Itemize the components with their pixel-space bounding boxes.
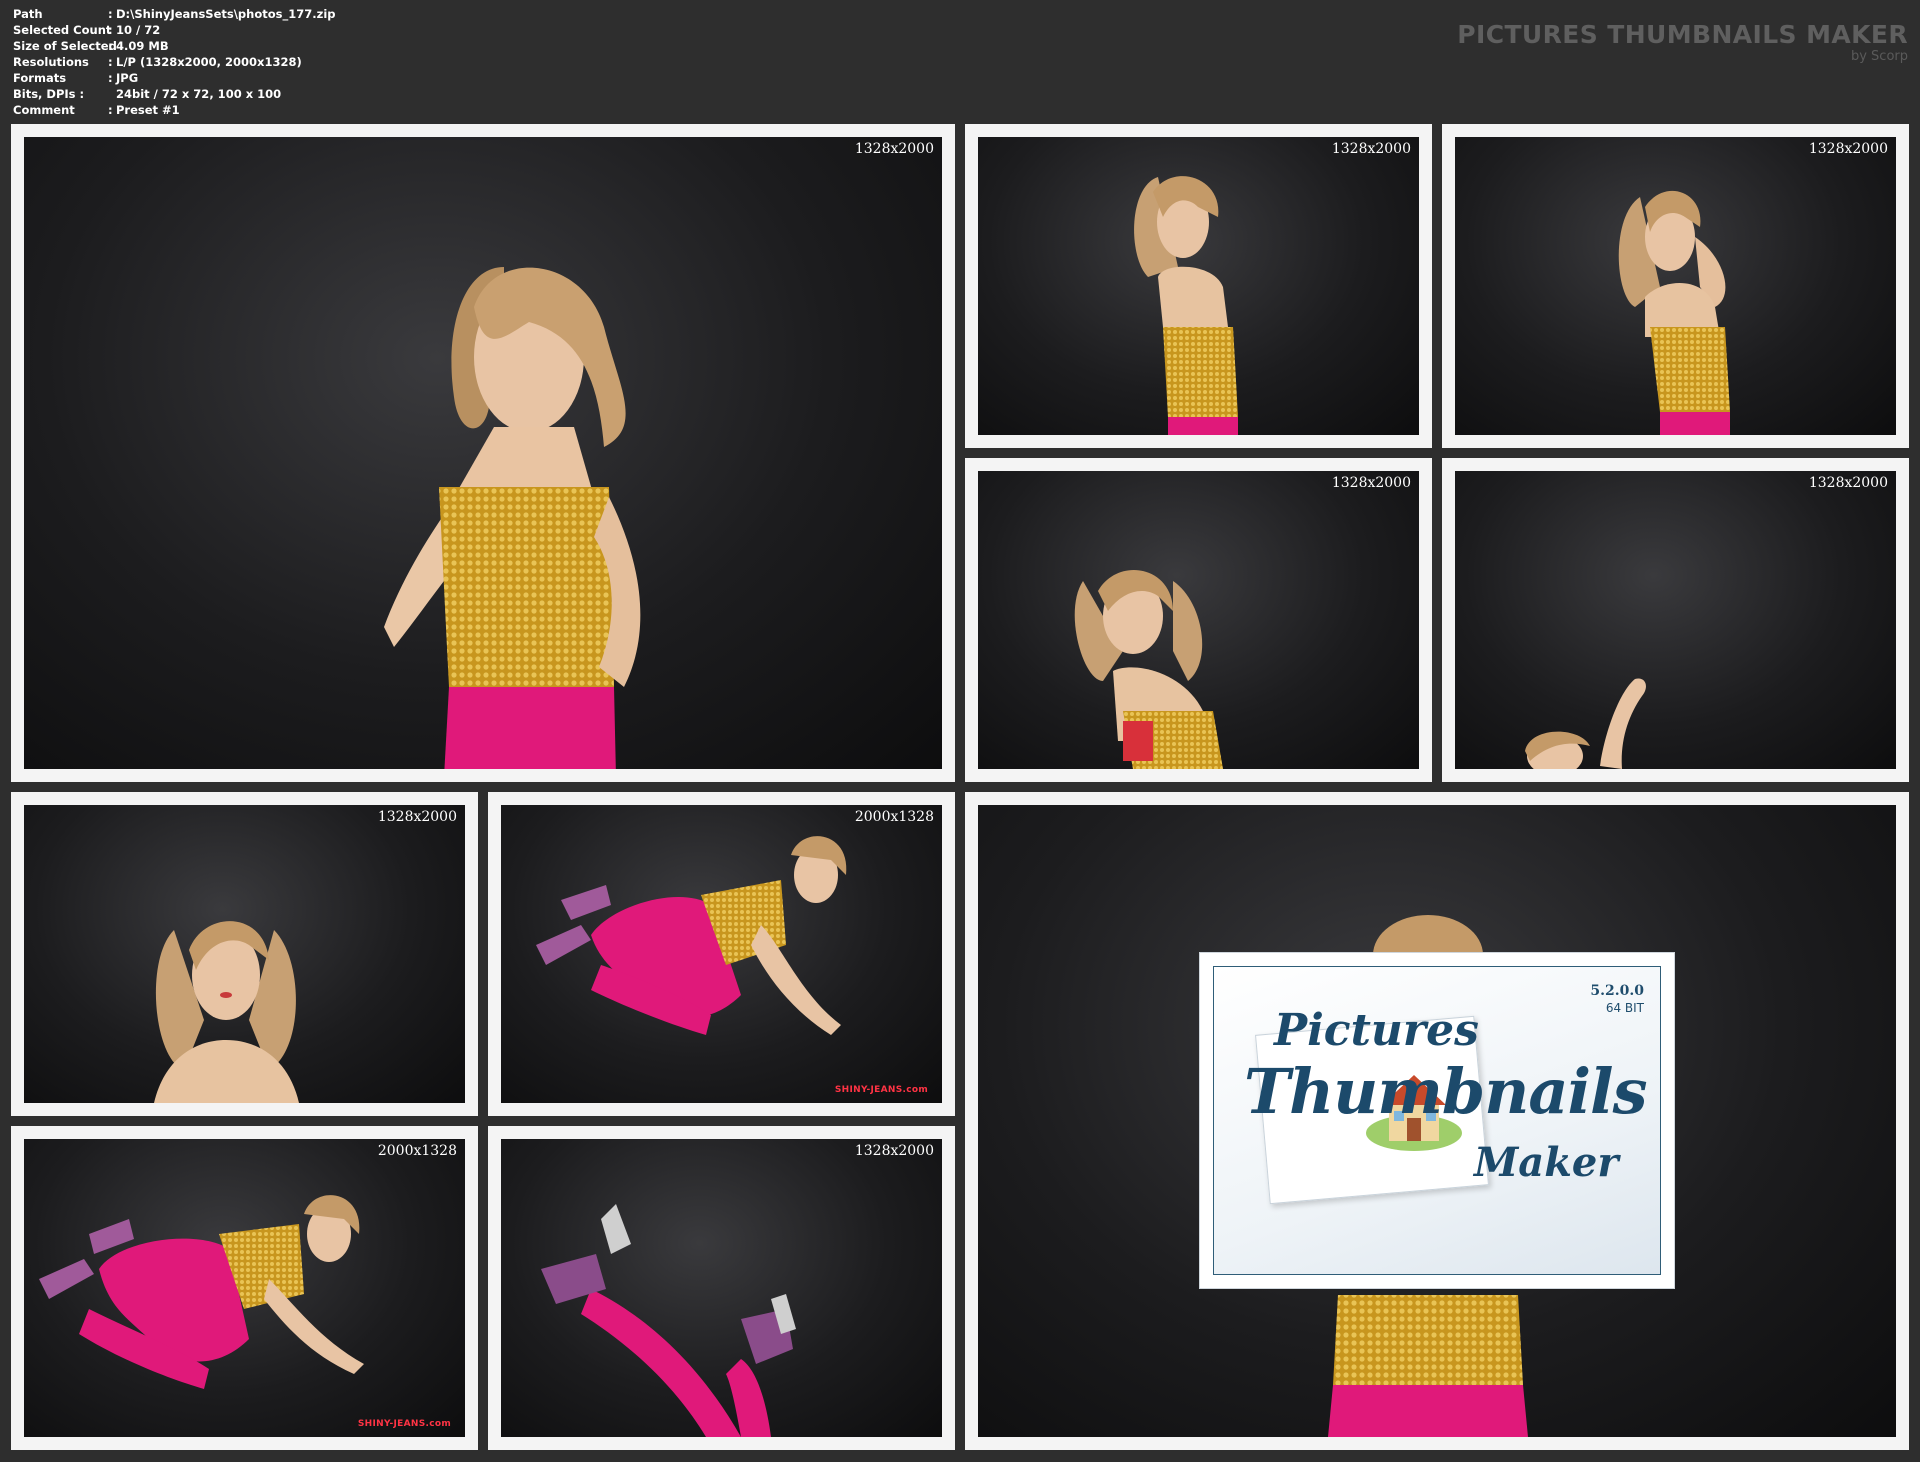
- info-row-path: Path : D:\ShinyJeansSets\photos_177.zip: [13, 6, 336, 22]
- model-figure: [354, 247, 754, 769]
- info-separator: :: [108, 39, 113, 53]
- model-figure: [1118, 167, 1258, 435]
- info-key: Path: [13, 7, 43, 21]
- thumbnail[interactable]: 1328x2000: [11, 792, 478, 1116]
- thumbnail-photo: 1328x2000: [24, 137, 942, 769]
- thumbnail[interactable]: 1328x2000: [965, 124, 1432, 448]
- info-separator: [108, 86, 116, 102]
- model-figure: [1063, 561, 1233, 769]
- resolution-label: 1328x2000: [377, 809, 457, 825]
- info-separator: :: [108, 7, 113, 21]
- thumbnail[interactable]: 1328x2000: [1442, 124, 1909, 448]
- info-row-bits: Bits, DPIs : 24bit / 72 x 72, 100 x 100: [13, 86, 336, 102]
- thumbnail-photo: 1328x2000: [1455, 471, 1896, 769]
- resolution-label: 1328x2000: [854, 1143, 934, 1159]
- logo-word: Maker: [1474, 1139, 1619, 1186]
- info-row-selected-count: Selected Count : 10 / 72: [13, 22, 336, 38]
- logo-word: Thumbnails: [1244, 1055, 1648, 1128]
- logo-inner: Pictures Thumbnails Maker 5.2.0.0 64 BIT: [1213, 966, 1661, 1275]
- info-row-comment: Comment : Preset #1: [13, 102, 336, 118]
- brand-title: PICTURES THUMBNAILS MAKER: [1457, 20, 1908, 49]
- thumbnail[interactable]: 1328x2000: [965, 458, 1432, 782]
- info-value: L/P (1328x2000, 2000x1328): [116, 55, 302, 69]
- resolution-label: 1328x2000: [1331, 141, 1411, 157]
- model-figure: [511, 825, 941, 1095]
- thumbnail-photo: 1328x2000: [24, 805, 465, 1103]
- info-value: 4.09 MB: [116, 39, 169, 53]
- resolution-label: 2000x1328: [854, 809, 934, 825]
- thumbnail-photo: 1328x2000: [978, 471, 1419, 769]
- info-value: D:\ShinyJeansSets\photos_177.zip: [116, 7, 336, 21]
- info-separator: :: [108, 103, 113, 117]
- info-separator: :: [108, 55, 113, 69]
- resolution-label: 1328x2000: [1808, 141, 1888, 157]
- thumbnail-photo: 2000x1328 SHINY-JEANS.com: [501, 805, 942, 1103]
- thumbnail[interactable]: 1328x2000: [11, 124, 955, 782]
- bitness-label: 64 BIT: [1605, 1001, 1644, 1015]
- info-row-resolutions: Resolutions : L/P (1328x2000, 2000x1328): [13, 54, 336, 70]
- info-value: 24bit / 72 x 72, 100 x 100: [116, 87, 282, 101]
- info-row-formats: Formats : JPG: [13, 70, 336, 86]
- model-figure: [29, 1189, 439, 1429]
- thumbnail-photo: 1328x2000: [1455, 137, 1896, 435]
- info-separator: :: [108, 23, 113, 37]
- resolution-label: 2000x1328: [377, 1143, 457, 1159]
- thumbnail-photo: 1328x2000: [978, 137, 1419, 435]
- resolution-label: 1328x2000: [1808, 475, 1888, 491]
- brand-logo: PICTURES THUMBNAILS MAKER by Scorp: [1457, 20, 1908, 63]
- info-key: Resolutions: [13, 55, 89, 69]
- logo-word: Pictures: [1274, 1005, 1479, 1056]
- info-key: Bits, DPIs :: [13, 87, 85, 101]
- info-row-size: Size of Selected : 4.09 MB: [13, 38, 336, 54]
- info-value: 10 / 72: [116, 23, 161, 37]
- version-number: 5.2.0.0: [1590, 983, 1644, 999]
- model-figure: [1605, 177, 1755, 435]
- thumbnail[interactable]: 2000x1328 SHINY-JEANS.com: [11, 1126, 478, 1450]
- resolution-label: 1328x2000: [1331, 475, 1411, 491]
- info-panel: Path : D:\ShinyJeansSets\photos_177.zip …: [13, 6, 336, 118]
- app-logo-splash: Pictures Thumbnails Maker 5.2.0.0 64 BIT: [1199, 952, 1675, 1289]
- model-figure: [1510, 671, 1650, 769]
- info-key: Selected Count: [13, 23, 112, 37]
- thumbnail[interactable]: 1328x2000: [488, 1126, 955, 1450]
- info-key: Size of Selected: [13, 39, 117, 53]
- brand-subtitle: by Scorp: [1850, 49, 1908, 64]
- watermark: SHINY-JEANS.com: [357, 1419, 451, 1429]
- watermark: SHINY-JEANS.com: [834, 1085, 928, 1095]
- thumbnail-photo: 2000x1328 SHINY-JEANS.com: [24, 1139, 465, 1437]
- info-separator: :: [108, 71, 113, 85]
- info-key: Comment: [13, 103, 75, 117]
- thumbnail[interactable]: 1328x2000: [1442, 458, 1909, 782]
- info-value: Preset #1: [116, 103, 180, 117]
- thumbnail-photo: 1328x2000: [501, 1139, 942, 1437]
- version-block: 5.2.0.0 64 BIT: [1590, 983, 1644, 1015]
- model-figure: [531, 1199, 811, 1437]
- info-key: Formats: [13, 71, 67, 85]
- thumbnail[interactable]: 2000x1328 SHINY-JEANS.com: [488, 792, 955, 1116]
- info-value: JPG: [116, 71, 139, 85]
- model-figure: [134, 910, 324, 1103]
- resolution-label: 1328x2000: [854, 141, 934, 157]
